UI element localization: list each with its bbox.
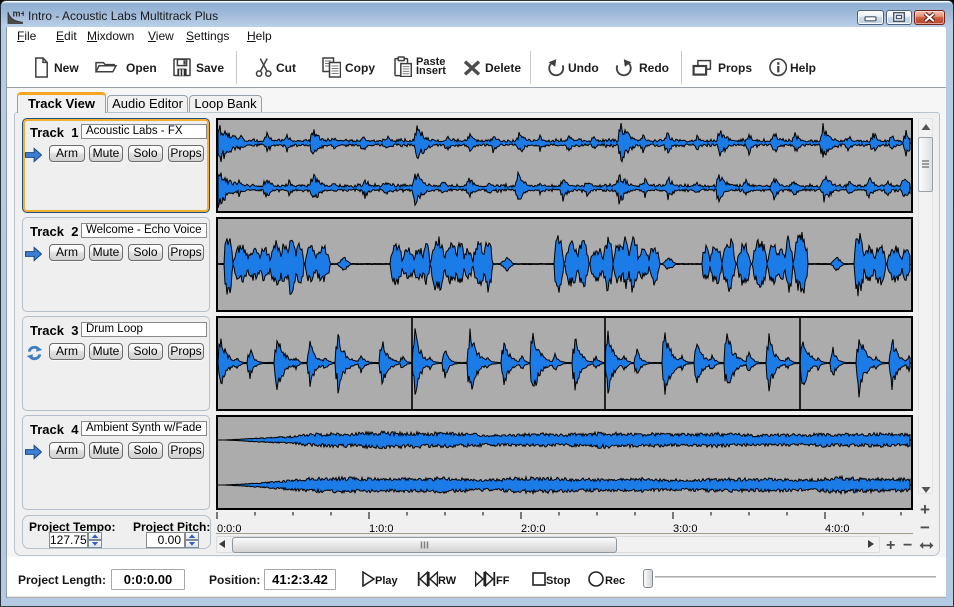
svg-text:3:0:0: 3:0:0 bbox=[673, 523, 697, 533]
svg-text:1:0:0: 1:0:0 bbox=[369, 523, 393, 533]
svg-text:0:0:0: 0:0:0 bbox=[217, 523, 241, 533]
svg-text:2:0:0: 2:0:0 bbox=[521, 523, 545, 533]
svg-text:m+: m+ bbox=[13, 9, 25, 19]
svg-text:4:0:0: 4:0:0 bbox=[825, 523, 849, 533]
